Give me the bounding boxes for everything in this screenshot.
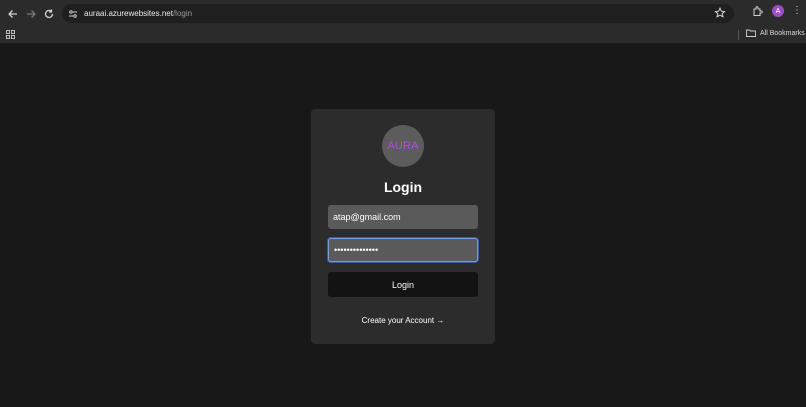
site-info-button[interactable] <box>66 7 80 21</box>
profile-avatar[interactable]: A <box>772 5 784 17</box>
back-icon <box>8 10 17 18</box>
create-account-link[interactable]: Create your Account → <box>311 316 495 325</box>
url-path: /login <box>172 9 193 18</box>
email-field[interactable] <box>328 205 478 229</box>
site-info-icon <box>69 9 77 18</box>
extensions-button[interactable] <box>750 4 764 18</box>
toolbar-actions: A ⋮ <box>742 4 802 18</box>
logo-text: AURA <box>387 140 419 152</box>
page-title: Login <box>383 179 423 195</box>
apps-icon[interactable] <box>6 30 15 39</box>
login-button[interactable]: Login <box>328 272 478 297</box>
bookmarks-divider <box>738 30 739 40</box>
url-host: auraai.azurewebsites.net <box>84 9 173 18</box>
logo: AURA <box>382 125 424 167</box>
more-icon[interactable]: ⋮ <box>792 6 802 16</box>
forward-button[interactable] <box>21 4 41 24</box>
all-bookmarks-label: All Bookmarks <box>760 29 805 37</box>
star-icon[interactable] <box>714 7 726 19</box>
address-bar[interactable]: auraai.azurewebsites.net/login <box>62 4 734 23</box>
back-button[interactable] <box>3 4 23 24</box>
url-text[interactable]: auraai.azurewebsites.net/login <box>84 9 192 18</box>
extensions-icon <box>753 5 763 16</box>
forward-icon <box>27 10 36 18</box>
browser-toolbar: auraai.azurewebsites.net/login A ⋮ <box>0 0 806 27</box>
folder-icon <box>746 29 756 37</box>
reload-icon <box>44 9 54 19</box>
reload-button[interactable] <box>39 4 59 24</box>
login-card: AURA Login Login Create your Account → <box>311 109 495 344</box>
password-field[interactable] <box>328 238 478 262</box>
all-bookmarks-button[interactable]: All Bookmarks <box>746 29 805 37</box>
bookmarks-bar: All Bookmarks <box>0 27 806 44</box>
